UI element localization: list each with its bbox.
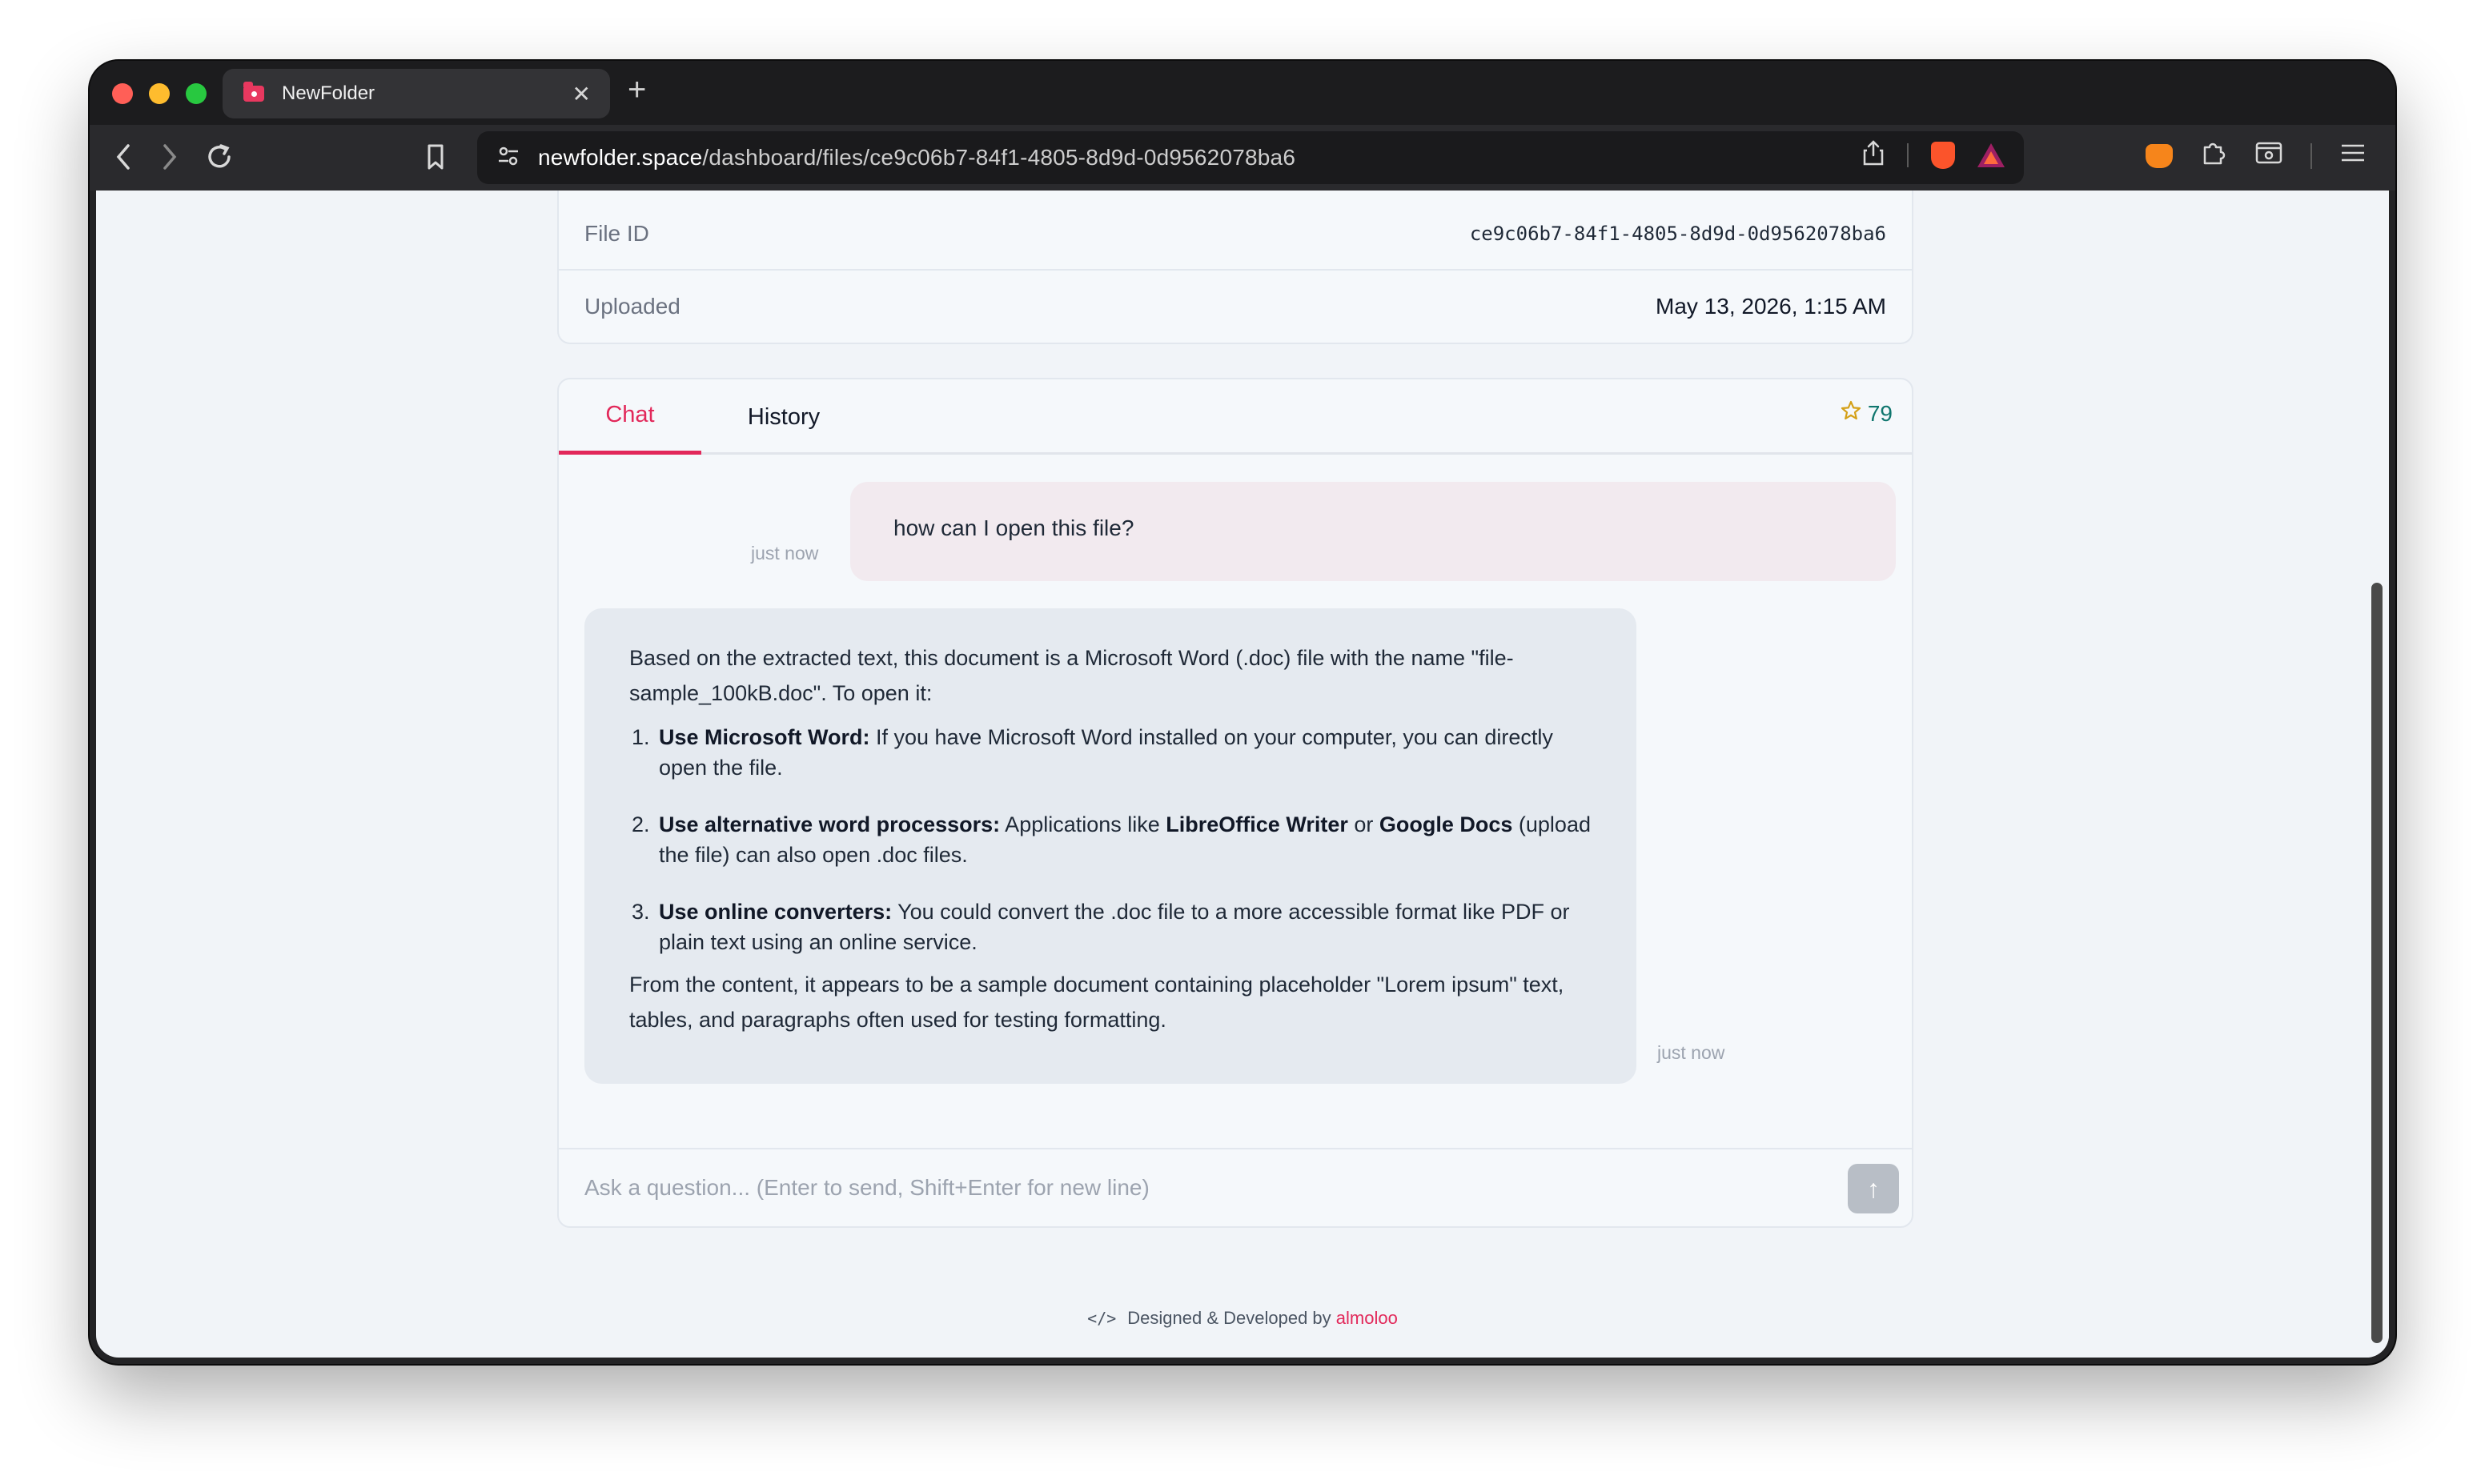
list-item-title: Use alternative word processors: [659,812,1001,836]
message-timestamp: just now [751,543,819,564]
url-text: newfolder.space/dashboard/files/ce9c06b7… [538,145,1295,170]
list-item-text: or [1347,812,1379,836]
message-timestamp: just now [1657,1042,1725,1063]
file-id-row: File ID ce9c06b7-84f1-4805-8d9d-0d956207… [559,199,1912,271]
browser-window: NewFolder ✕ + newfolder.space/dashboard/… [90,61,2395,1364]
chat-card: Chat History 79 just now how can I open … [557,378,1913,1228]
wallet-icon[interactable] [2254,140,2283,172]
assistant-intro: Based on the extracted text, this docume… [629,646,1514,705]
bookmark-icon[interactable] [423,139,448,182]
address-bar[interactable]: newfolder.space/dashboard/files/ce9c06b7… [477,131,2024,184]
url-host: newfolder.space [538,145,703,170]
maximize-window-button[interactable] [186,83,207,104]
assistant-outro: From the content, it appears to be a sam… [629,973,1564,1032]
send-button[interactable]: ↑ [1848,1164,1899,1213]
tab-chat[interactable]: Chat [559,379,701,455]
divider [1907,142,1909,167]
page-viewport: File ID ce9c06b7-84f1-4805-8d9d-0d956207… [96,191,2389,1358]
file-info-card: File ID ce9c06b7-84f1-4805-8d9d-0d956207… [557,191,1913,344]
metamask-extension-icon[interactable] [2146,144,2173,168]
credits-badge: 79 [1841,400,1893,427]
footer: </> Designed & Developed by almoloo [96,1308,2389,1329]
code-icon: </> [1087,1309,1117,1328]
url-path: /dashboard/files/ce9c06b7-84f1-4805-8d9d… [702,145,1296,170]
close-icon[interactable]: ✕ [572,81,591,107]
list-item: Use online converters: You could convert… [656,896,1592,957]
divider [2310,143,2312,169]
brave-rewards-icon[interactable] [1977,142,2005,167]
credits-count: 79 [1867,400,1893,426]
star-icon [1841,400,1861,427]
list-item-title: Use online converters: [659,900,893,924]
tab-history[interactable]: History [701,379,866,455]
uploaded-value: May 13, 2026, 1:15 AM [1656,294,1886,319]
list-item-title: Use Microsoft Word: [659,725,870,749]
file-id-value: ce9c06b7-84f1-4805-8d9d-0d9562078ba6 [1469,223,1886,245]
tab-strip: NewFolder ✕ + [90,61,2395,125]
uploaded-label: Uploaded [584,294,680,319]
scrollbar-track[interactable] [2367,191,2389,1358]
chat-input-row: ↑ [559,1148,1912,1226]
forward-icon[interactable] [159,139,181,182]
arrow-up-icon: ↑ [1867,1173,1880,1203]
list-item-text: Applications like [1000,812,1166,836]
chat-input[interactable] [584,1175,1886,1201]
list-item-bold: Google Docs [1379,812,1513,836]
menu-icon[interactable] [2339,141,2367,171]
scrollbar-thumb[interactable] [2371,583,2383,1343]
list-item: Use alternative word processors: Applica… [656,809,1592,870]
new-tab-button[interactable]: + [628,72,646,108]
share-icon[interactable] [1862,139,1885,170]
brave-shields-icon[interactable] [1931,141,1955,169]
uploaded-row: Uploaded May 13, 2026, 1:15 AM [559,271,1912,343]
minimize-window-button[interactable] [149,83,170,104]
folder-icon [243,82,264,102]
tab-title: NewFolder [282,82,375,104]
browser-toolbar: newfolder.space/dashboard/files/ce9c06b7… [90,125,2395,191]
footer-text: Designed & Developed by [1127,1308,1336,1328]
assistant-list: Use Microsoft Word: If you have Microsof… [656,722,1592,957]
user-message-text: how can I open this file? [893,515,1134,540]
author-link[interactable]: almoloo [1336,1308,1398,1328]
browser-tab[interactable]: NewFolder ✕ [223,69,610,118]
site-settings-icon[interactable] [496,144,520,172]
close-window-button[interactable] [112,83,133,104]
assistant-message: Based on the extracted text, this docume… [584,608,1636,1084]
chat-tabs: Chat History 79 [559,379,1912,455]
user-message: how can I open this file? [850,482,1896,581]
list-item-bold: LibreOffice Writer [1166,812,1348,836]
back-icon[interactable] [112,139,134,182]
list-item: Use Microsoft Word: If you have Microsof… [656,722,1592,783]
reload-icon[interactable] [203,139,235,182]
extensions-puzzle-icon[interactable] [2200,139,2227,173]
file-id-label: File ID [584,221,649,246]
